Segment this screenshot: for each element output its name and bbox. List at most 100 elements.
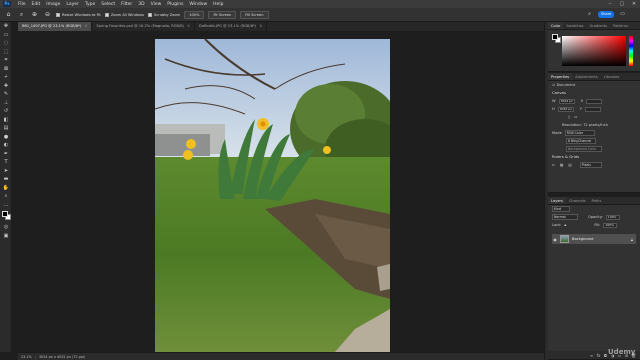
- document-dimensions[interactable]: 3024 px x 4032 px (72 ppi): [39, 355, 85, 359]
- tab-layers[interactable]: Layers: [548, 197, 566, 204]
- tab-daffodils[interactable]: Daffodils.JPG @ 23.1% (RGB/8*) ✕: [195, 22, 268, 31]
- more-tools-icon[interactable]: …: [0, 201, 12, 210]
- y-input[interactable]: [584, 106, 601, 112]
- lasso-tool-icon[interactable]: ◌: [0, 39, 12, 48]
- tab-paths[interactable]: Paths: [589, 197, 605, 204]
- zoom-all-windows-checkbox[interactable]: Zoom All Windows: [104, 12, 144, 17]
- close-icon[interactable]: ✕: [628, 0, 640, 8]
- opacity-input[interactable]: 100%: [605, 214, 620, 220]
- type-tool-icon[interactable]: T: [0, 158, 12, 167]
- menu-window[interactable]: Window: [186, 2, 210, 7]
- history-brush-tool-icon[interactable]: ↺: [0, 107, 12, 116]
- clone-stamp-tool-icon[interactable]: ⊥: [0, 99, 12, 108]
- fill-screen-button[interactable]: Fill Screen: [240, 10, 269, 19]
- lock-icon[interactable]: 🔒︎: [564, 223, 566, 227]
- scrubby-zoom-checkbox[interactable]: Scrubby Zoom: [147, 12, 180, 17]
- zoom-100-button[interactable]: 100%: [184, 10, 205, 19]
- layer-name[interactable]: Background: [572, 237, 593, 241]
- blur-tool-icon[interactable]: ●: [0, 133, 12, 142]
- menu-file[interactable]: File: [15, 2, 29, 7]
- link-layers-icon[interactable]: ∞: [588, 353, 595, 358]
- layer-style-icon[interactable]: fx: [595, 353, 602, 358]
- quick-mask-icon[interactable]: ◎: [0, 223, 12, 232]
- tab-img-1497[interactable]: IMG_1497.JPG @ 23.1% (RGB/8*) ✕: [18, 22, 93, 31]
- kind-filter-dropdown[interactable]: Kind: [552, 206, 570, 212]
- color-picker-field[interactable]: [562, 36, 626, 66]
- blend-mode-dropdown[interactable]: Normal: [552, 214, 578, 220]
- hand-tool-icon[interactable]: ✋: [0, 184, 12, 193]
- menu-3d[interactable]: 3D: [135, 2, 147, 7]
- layer-row-background[interactable]: ◉ Background 🔒︎: [552, 234, 636, 244]
- tab-properties[interactable]: Properties: [548, 73, 573, 80]
- color-swatches[interactable]: [0, 209, 11, 223]
- resize-windows-checkbox[interactable]: Resize Windows to Fit: [56, 12, 101, 17]
- layer-lock-icon[interactable]: 🔒︎: [631, 237, 633, 242]
- menu-view[interactable]: View: [148, 2, 165, 7]
- rectangle-tool-icon[interactable]: ▬: [0, 175, 12, 184]
- zoom-out-icon[interactable]: ⊖: [43, 10, 52, 19]
- crop-tool-icon[interactable]: ⌗: [0, 56, 12, 65]
- search-icon[interactable]: ⌕: [586, 11, 593, 18]
- rulers-grids-title[interactable]: Rulers & Grids: [548, 153, 640, 161]
- menu-filter[interactable]: Filter: [118, 2, 135, 7]
- ruler-icon[interactable]: ⊏: [552, 163, 555, 167]
- tab-libraries[interactable]: Libraries: [601, 73, 623, 80]
- width-input[interactable]: 3024 px: [558, 98, 575, 104]
- menu-plugins[interactable]: Plugins: [164, 2, 186, 7]
- brush-tool-icon[interactable]: ✎: [0, 90, 12, 99]
- menu-help[interactable]: Help: [210, 2, 226, 7]
- fit-screen-button[interactable]: Fit Screen: [208, 10, 237, 19]
- dodge-tool-icon[interactable]: ◐: [0, 141, 12, 150]
- zoom-tool-icon[interactable]: ⌕: [17, 10, 26, 19]
- eyedropper-tool-icon[interactable]: ⌿: [0, 73, 12, 82]
- pen-tool-icon[interactable]: ✒: [0, 150, 12, 159]
- share-button[interactable]: Share: [598, 11, 614, 18]
- menu-type[interactable]: Type: [82, 2, 98, 7]
- menu-select[interactable]: Select: [98, 2, 118, 7]
- eye-icon[interactable]: ◉: [552, 237, 558, 242]
- bit-depth-dropdown[interactable]: 8 Bits/Channel: [566, 138, 596, 144]
- tab-gradients[interactable]: Gradients: [587, 22, 611, 29]
- photoshop-logo[interactable]: Ps: [3, 1, 11, 7]
- gradient-tool-icon[interactable]: ▤: [0, 124, 12, 133]
- menu-image[interactable]: Image: [43, 2, 63, 7]
- mode-dropdown[interactable]: RGB Color: [564, 130, 595, 136]
- foreground-color-swatch[interactable]: [552, 34, 558, 40]
- tab-patterns[interactable]: Patterns: [610, 22, 631, 29]
- screen-mode-icon[interactable]: ▣: [0, 232, 12, 241]
- portrait-icon[interactable]: ▯: [568, 115, 570, 119]
- close-tab-icon[interactable]: ✕: [187, 24, 190, 28]
- canvas-workspace[interactable]: [18, 31, 544, 352]
- fill-input[interactable]: 100%: [603, 222, 618, 228]
- units-dropdown[interactable]: Pixels: [579, 162, 602, 168]
- menu-edit[interactable]: Edit: [29, 2, 44, 7]
- eraser-tool-icon[interactable]: ◧: [0, 116, 12, 125]
- healing-brush-tool-icon[interactable]: ✚: [0, 82, 12, 91]
- close-tab-icon[interactable]: ✕: [84, 24, 87, 28]
- grid-icon[interactable]: ▦: [560, 163, 563, 167]
- fill-dropdown[interactable]: Background Color: [566, 146, 602, 152]
- close-tab-icon[interactable]: ✕: [259, 24, 262, 28]
- tab-color[interactable]: Color: [548, 22, 564, 29]
- workspace-icon[interactable]: ▭: [619, 11, 626, 18]
- menu-layer[interactable]: Layer: [63, 2, 82, 7]
- object-selection-tool-icon[interactable]: ⬚: [0, 48, 12, 57]
- zoom-in-icon[interactable]: ⊕: [30, 10, 39, 19]
- tab-spring-favorites[interactable]: Spring Favorites.psd @ 16.2% (Magnolia, …: [92, 22, 195, 31]
- x-input[interactable]: [586, 98, 603, 104]
- path-selection-tool-icon[interactable]: ➤: [0, 167, 12, 176]
- height-input[interactable]: 4032 px: [557, 106, 574, 112]
- minimize-icon[interactable]: –: [604, 0, 616, 8]
- zoom-tool-icon[interactable]: ⌕: [0, 192, 12, 201]
- foreground-color-swatch[interactable]: [2, 211, 8, 217]
- canvas-section-title[interactable]: Canvas: [548, 89, 640, 97]
- frame-tool-icon[interactable]: ⊠: [0, 65, 12, 74]
- landscape-icon[interactable]: ▭: [574, 115, 577, 119]
- tab-swatches[interactable]: Swatches: [563, 22, 586, 29]
- zoom-level[interactable]: 23.1%: [21, 355, 32, 359]
- maximize-icon[interactable]: ▢: [616, 0, 628, 8]
- move-tool-icon[interactable]: ✥: [0, 22, 12, 31]
- document-canvas-image[interactable]: [155, 39, 390, 352]
- artboard-tool-icon[interactable]: ▭: [0, 31, 12, 40]
- tab-adjustments[interactable]: Adjustments: [572, 73, 601, 80]
